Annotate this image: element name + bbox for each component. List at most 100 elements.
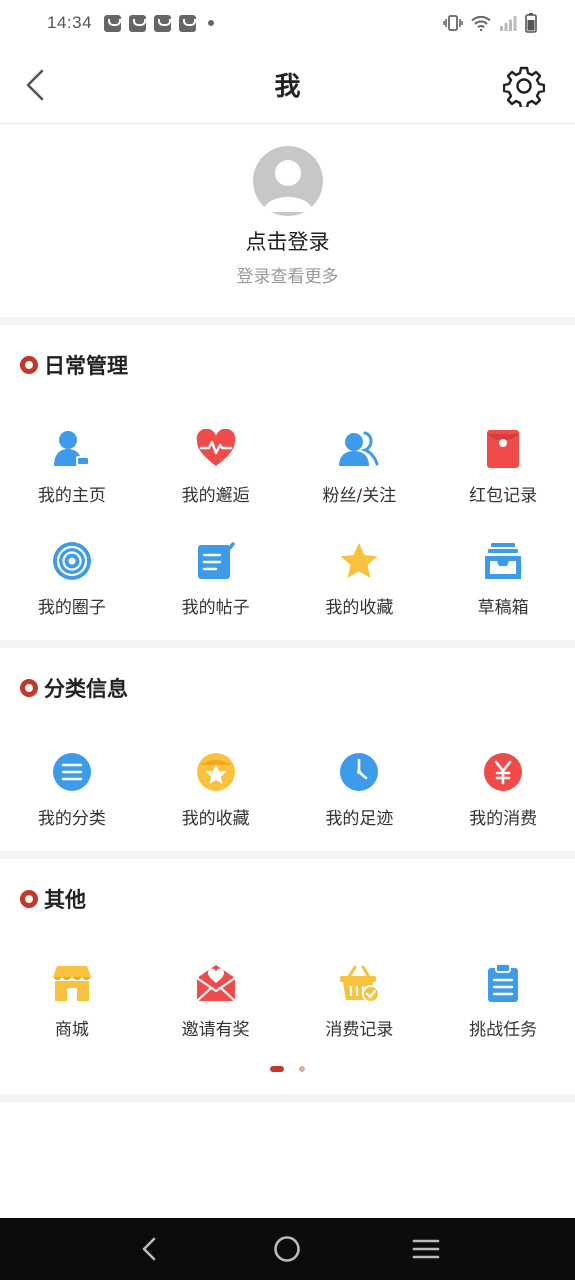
section-bullet-icon [20,890,38,908]
grid-item-label: 我的足迹 [325,809,394,829]
battery-icon [525,13,537,33]
star-icon [340,543,378,578]
target-circle-icon [52,542,91,580]
users-icon [339,431,379,466]
yuan-icon [484,753,523,791]
wifi-icon [471,15,491,31]
avatar[interactable] [252,146,323,216]
page-indicator [0,1066,575,1072]
star-badge-icon [196,753,235,791]
grid-row: 商城 邀请有奖 消费记录 挑战任务 [0,961,575,1040]
section-divider [0,1094,575,1102]
section-other: 其他 商城 邀请有奖 消费记录 挑战任务 [0,859,575,1094]
chevron-left-icon [26,69,44,101]
envelope-heart-icon [195,965,236,1002]
section-classified-info: 分类信息 我的分类 我的收藏 我的足迹 我的消费 [0,648,575,851]
grid-item-my-spending[interactable]: 我的消费 [431,750,575,829]
default-user-icon [262,160,313,212]
grid-item-my-homepage[interactable]: 我的主页 [0,427,144,506]
app-header: 我 [0,46,575,124]
grid-item-label: 我的主页 [37,486,106,506]
grid-item-label: 邀请有奖 [181,1020,250,1040]
grid-item-drafts[interactable]: 草稿箱 [431,539,575,618]
system-nav-bar [0,1218,575,1280]
section-title: 其他 [44,888,86,912]
login-subtitle: 登录查看更多 [236,267,339,287]
grid-item-fans-follow[interactable]: 粉丝/关注 [288,427,432,506]
grid-item-my-categories[interactable]: 我的分类 [0,750,144,829]
page-dot-active[interactable] [270,1066,284,1072]
grid-item-label: 粉丝/关注 [322,486,397,506]
section-header: 分类信息 [20,673,128,703]
grid-item-spending-records[interactable]: 消费记录 [288,961,432,1040]
inbox-tray-icon [485,543,522,579]
note-edit-icon [197,542,235,579]
clock-icon [340,753,379,791]
grid-row: 我的圈子 我的帖子 我的收藏 草稿箱 [0,539,575,618]
shop-icon [52,966,91,1001]
gear-icon [503,66,545,107]
nav-menu-icon [412,1239,440,1259]
grid-item-invite-reward[interactable]: 邀请有奖 [144,961,288,1040]
status-bar: 14:34 [0,0,575,46]
grid-item-label: 草稿箱 [477,598,529,618]
grid-item-label: 我的邂逅 [181,486,250,506]
section-title: 分类信息 [44,677,128,701]
nav-home-button[interactable] [257,1218,317,1280]
grid-item-mall[interactable]: 商城 [0,961,144,1040]
section-header: 日常管理 [20,350,128,380]
status-time: 14:34 [47,13,93,32]
grid-item-label: 我的收藏 [325,598,394,618]
grid-item-my-encounter[interactable]: 我的邂逅 [144,427,288,506]
section-bullet-icon [20,679,38,697]
grid-row: 我的分类 我的收藏 我的足迹 我的消费 [0,750,575,829]
login-title[interactable]: 点击登录 [246,226,330,256]
grid-item-my-posts[interactable]: 我的帖子 [144,539,288,618]
basket-check-icon [340,965,381,1003]
nav-menu-button[interactable] [396,1218,456,1280]
grid-item-label: 消费记录 [325,1020,394,1040]
page-title: 我 [274,72,301,102]
section-divider [0,640,575,648]
grid-item-label: 我的帖子 [181,598,250,618]
shopping-bag-icon [104,14,122,32]
nav-back-icon [142,1237,156,1261]
grid-item-label: 挑战任务 [469,1020,538,1040]
grid-item-red-packet-records[interactable]: 红包记录 [431,427,575,506]
grid-item-my-circle[interactable]: 我的圈子 [0,539,144,618]
grid-item-label: 我的消费 [469,809,538,829]
shopping-bag-icon [179,14,197,32]
heart-pulse-icon [196,429,235,466]
red-envelope-icon [487,430,520,468]
shopping-bag-icon [129,14,147,32]
shopping-bag-icon [154,14,172,32]
grid-item-label: 商城 [54,1020,89,1040]
notification-icons [104,14,215,32]
section-bullet-icon [20,356,38,374]
grid-item-label: 我的圈子 [37,598,106,618]
grid-item-label: 我的收藏 [181,809,250,829]
login-profile-card[interactable]: 点击登录 登录查看更多 [0,124,575,317]
grid-item-label: 我的分类 [37,809,106,829]
nav-home-icon [274,1236,301,1262]
section-divider [0,851,575,859]
grid-row: 我的主页 我的邂逅 粉丝/关注 红包记录 [0,427,575,506]
grid-item-my-footprints[interactable]: 我的足迹 [288,750,432,829]
section-header: 其他 [20,884,86,914]
back-button[interactable] [20,68,50,102]
user-home-icon [53,431,90,466]
clipboard-icon [488,963,519,1002]
vibrate-icon [443,15,463,31]
grid-item-my-favorites[interactable]: 我的收藏 [288,539,432,618]
grid-item-label: 红包记录 [469,486,538,506]
section-title: 日常管理 [44,354,128,378]
grid-item-challenge-tasks[interactable]: 挑战任务 [431,961,575,1040]
list-icon [52,753,91,791]
grid-item-my-collections[interactable]: 我的收藏 [144,750,288,829]
nav-back-button[interactable] [119,1218,179,1280]
section-divider [0,317,575,325]
page-dot[interactable] [299,1066,305,1072]
settings-button[interactable] [502,64,546,108]
signal-icon [500,16,517,31]
section-daily-management: 日常管理 我的主页 我的邂逅 粉丝/关注 红包记录 我的圈子 我的帖子 我的收藏… [0,325,575,640]
